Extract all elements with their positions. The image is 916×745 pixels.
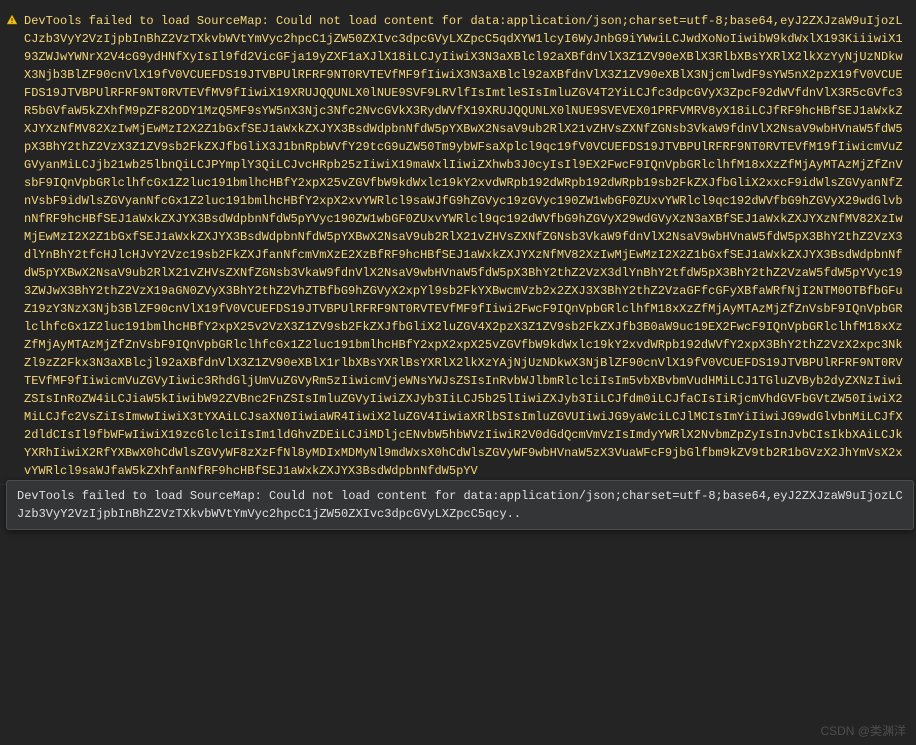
warning-icon bbox=[6, 14, 18, 26]
watermark: CSDN @类渊洋 bbox=[820, 722, 906, 739]
hover-tooltip: DevTools failed to load SourceMap: Could… bbox=[6, 480, 914, 530]
tooltip-text: DevTools failed to load SourceMap: Could… bbox=[17, 489, 903, 521]
console-warning-message[interactable]: DevTools failed to load SourceMap: Could… bbox=[0, 8, 916, 485]
console-warning-text: DevTools failed to load SourceMap: Could… bbox=[24, 12, 906, 480]
